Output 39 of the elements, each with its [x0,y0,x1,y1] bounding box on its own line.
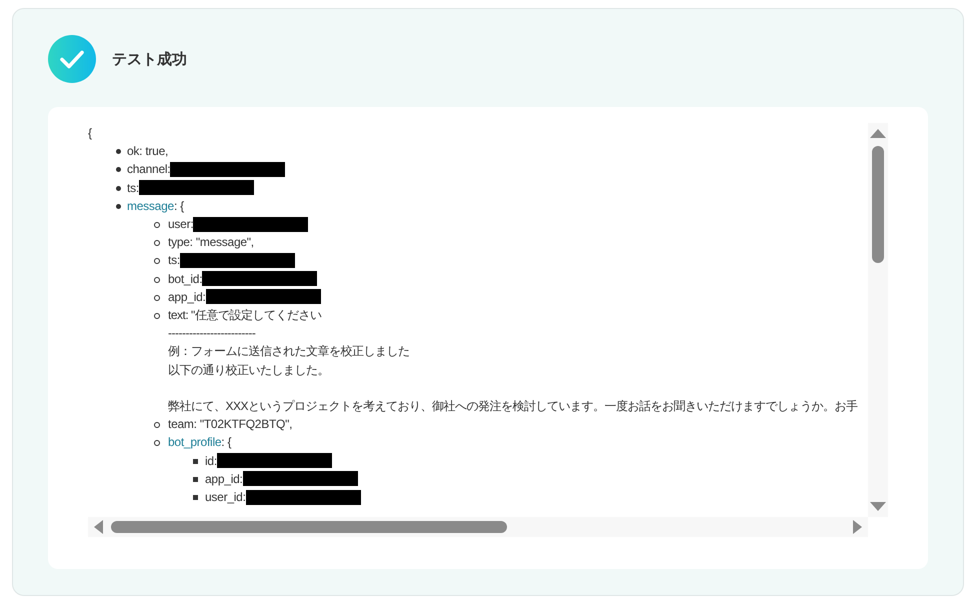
json-line: user_id: [205,489,246,506]
bullet-icon [154,313,160,320]
horizontal-scrollbar[interactable] [88,517,868,537]
json-line: ------------------------- [168,325,256,342]
bullet-icon [154,422,160,428]
json-line: 弊社にて、XXXというプロジェクトを考えており、御社への発注を検討しています。一度お話をお聞きいただけますでしょうか。お手 [168,398,858,416]
json-line: ok: true, [127,143,168,160]
bullet-icon [154,258,160,264]
bullet-icon [116,204,121,209]
json-line: message: { [127,198,184,215]
bullet-icon [193,476,198,482]
json-line: 以下の通り校正いたしました。 [168,362,329,379]
bullet-icon [154,240,160,246]
json-line: user: [168,216,194,234]
bullet-icon [154,294,160,301]
json-line: text: "任意で設定してください [168,307,322,324]
json-line: bot_profile: { [168,434,232,452]
status-title: テスト成功 [112,50,187,68]
json-line: channel: [127,161,170,178]
bullet-icon [154,276,160,283]
bullet-icon [154,440,160,446]
bullet-icon [193,458,198,464]
json-line: ts: [168,252,180,270]
json-line: id: [205,452,217,470]
json-line: app_id: [205,470,243,488]
bullet-icon [116,186,121,191]
bullet-icon [116,167,121,172]
json-line: team: "T02KTFQ2BTQ", [168,416,292,434]
json-line: bot_id: [168,270,202,288]
vertical-scrollbar[interactable] [868,123,888,517]
bullet-icon [154,222,160,228]
bullet-icon [116,149,121,154]
json-line: { [88,125,92,142]
check-icon [48,35,96,83]
bullet-icon [193,495,198,500]
json-line: ts: [127,180,139,197]
json-line: type: "message", [168,234,254,252]
json-line: 例：フォームに送信された文章を校正しました [168,343,410,360]
json-line: app_id: [168,288,206,306]
